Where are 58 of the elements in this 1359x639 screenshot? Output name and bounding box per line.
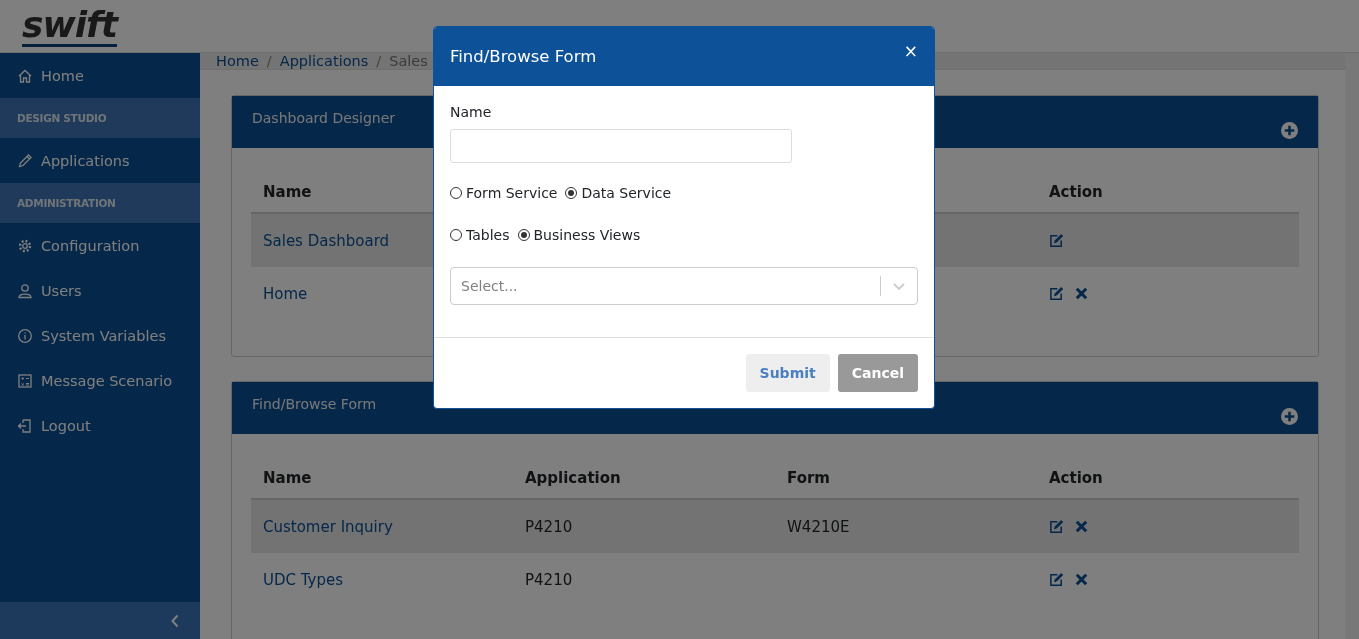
logout-icon	[17, 417, 33, 434]
name-link[interactable]: Sales Dashboard	[263, 231, 390, 250]
name-link[interactable]: Customer Inquiry	[263, 517, 393, 536]
list-icon	[17, 372, 33, 389]
table-cell: P4210	[525, 570, 573, 589]
column-header: Form	[787, 469, 830, 487]
edit-icon[interactable]	[1049, 519, 1064, 534]
sidebar-item[interactable]: System Variables	[0, 313, 200, 358]
close-button[interactable]: ×	[903, 40, 918, 61]
breadcrumb-link[interactable]: Applications	[279, 53, 369, 69]
gear-icon	[17, 237, 33, 254]
home-icon	[17, 67, 33, 84]
breadcrumb-separator: /	[376, 53, 382, 69]
column-header: Action	[1049, 183, 1103, 201]
radio-label[interactable]: Tables	[466, 227, 510, 243]
sidebar-item[interactable]: Applications	[0, 138, 200, 183]
delete-icon[interactable]	[1074, 572, 1089, 587]
column-header: Name	[263, 469, 312, 487]
table-cell: P4210	[525, 517, 573, 536]
field-label: Name	[450, 104, 493, 120]
submit-button[interactable]: Submit	[745, 354, 830, 392]
pencil-icon	[17, 152, 33, 169]
sidebar-item[interactable]: Configuration	[0, 223, 200, 268]
breadcrumb-link[interactable]: Sales	[389, 53, 428, 69]
sidebar-item[interactable]: Users	[0, 268, 200, 313]
panel-title: Find/Browse Form	[252, 396, 377, 412]
chevron-left-icon[interactable]	[170, 613, 180, 628]
name-link[interactable]: UDC Types	[263, 570, 344, 589]
panel-title: Dashboard Designer	[252, 110, 396, 126]
modal-title: Find/Browse Form	[450, 47, 597, 66]
add-icon[interactable]	[1281, 122, 1298, 139]
breadcrumb-separator: /	[266, 53, 272, 69]
name-link[interactable]: Home	[263, 284, 308, 303]
radio-label[interactable]: Business Views	[533, 227, 641, 243]
add-icon[interactable]	[1281, 408, 1298, 425]
info-icon	[17, 327, 33, 344]
column-header: Action	[1049, 469, 1103, 487]
delete-icon[interactable]	[1074, 519, 1089, 534]
table-cell: W4210E	[787, 517, 850, 536]
sidebar-section-heading: DESIGN STUDIO	[0, 98, 200, 138]
sidebar-item[interactable]: Home	[0, 53, 200, 98]
sidebar-item[interactable]: Message Scenario	[0, 358, 200, 403]
radio-label[interactable]: Form Service	[466, 185, 558, 201]
sidebar-section-heading: ADMINISTRATION	[0, 183, 200, 223]
edit-icon[interactable]	[1049, 286, 1064, 301]
sidebar-item[interactable]: Logout	[0, 403, 200, 448]
edit-icon[interactable]	[1049, 233, 1064, 248]
delete-icon[interactable]	[1074, 286, 1089, 301]
breadcrumb-link[interactable]: Home	[216, 53, 259, 69]
radio-label[interactable]: Data Service	[581, 185, 672, 201]
logo: swift	[22, 5, 117, 47]
name-input-field[interactable]	[450, 129, 792, 163]
column-header: Name	[263, 183, 312, 201]
cancel-button[interactable]: Cancel	[837, 354, 918, 392]
user-icon	[17, 282, 33, 299]
edit-icon[interactable]	[1049, 572, 1064, 587]
select-dropdown[interactable]: Select...	[450, 267, 918, 305]
column-header: Application	[525, 469, 621, 487]
